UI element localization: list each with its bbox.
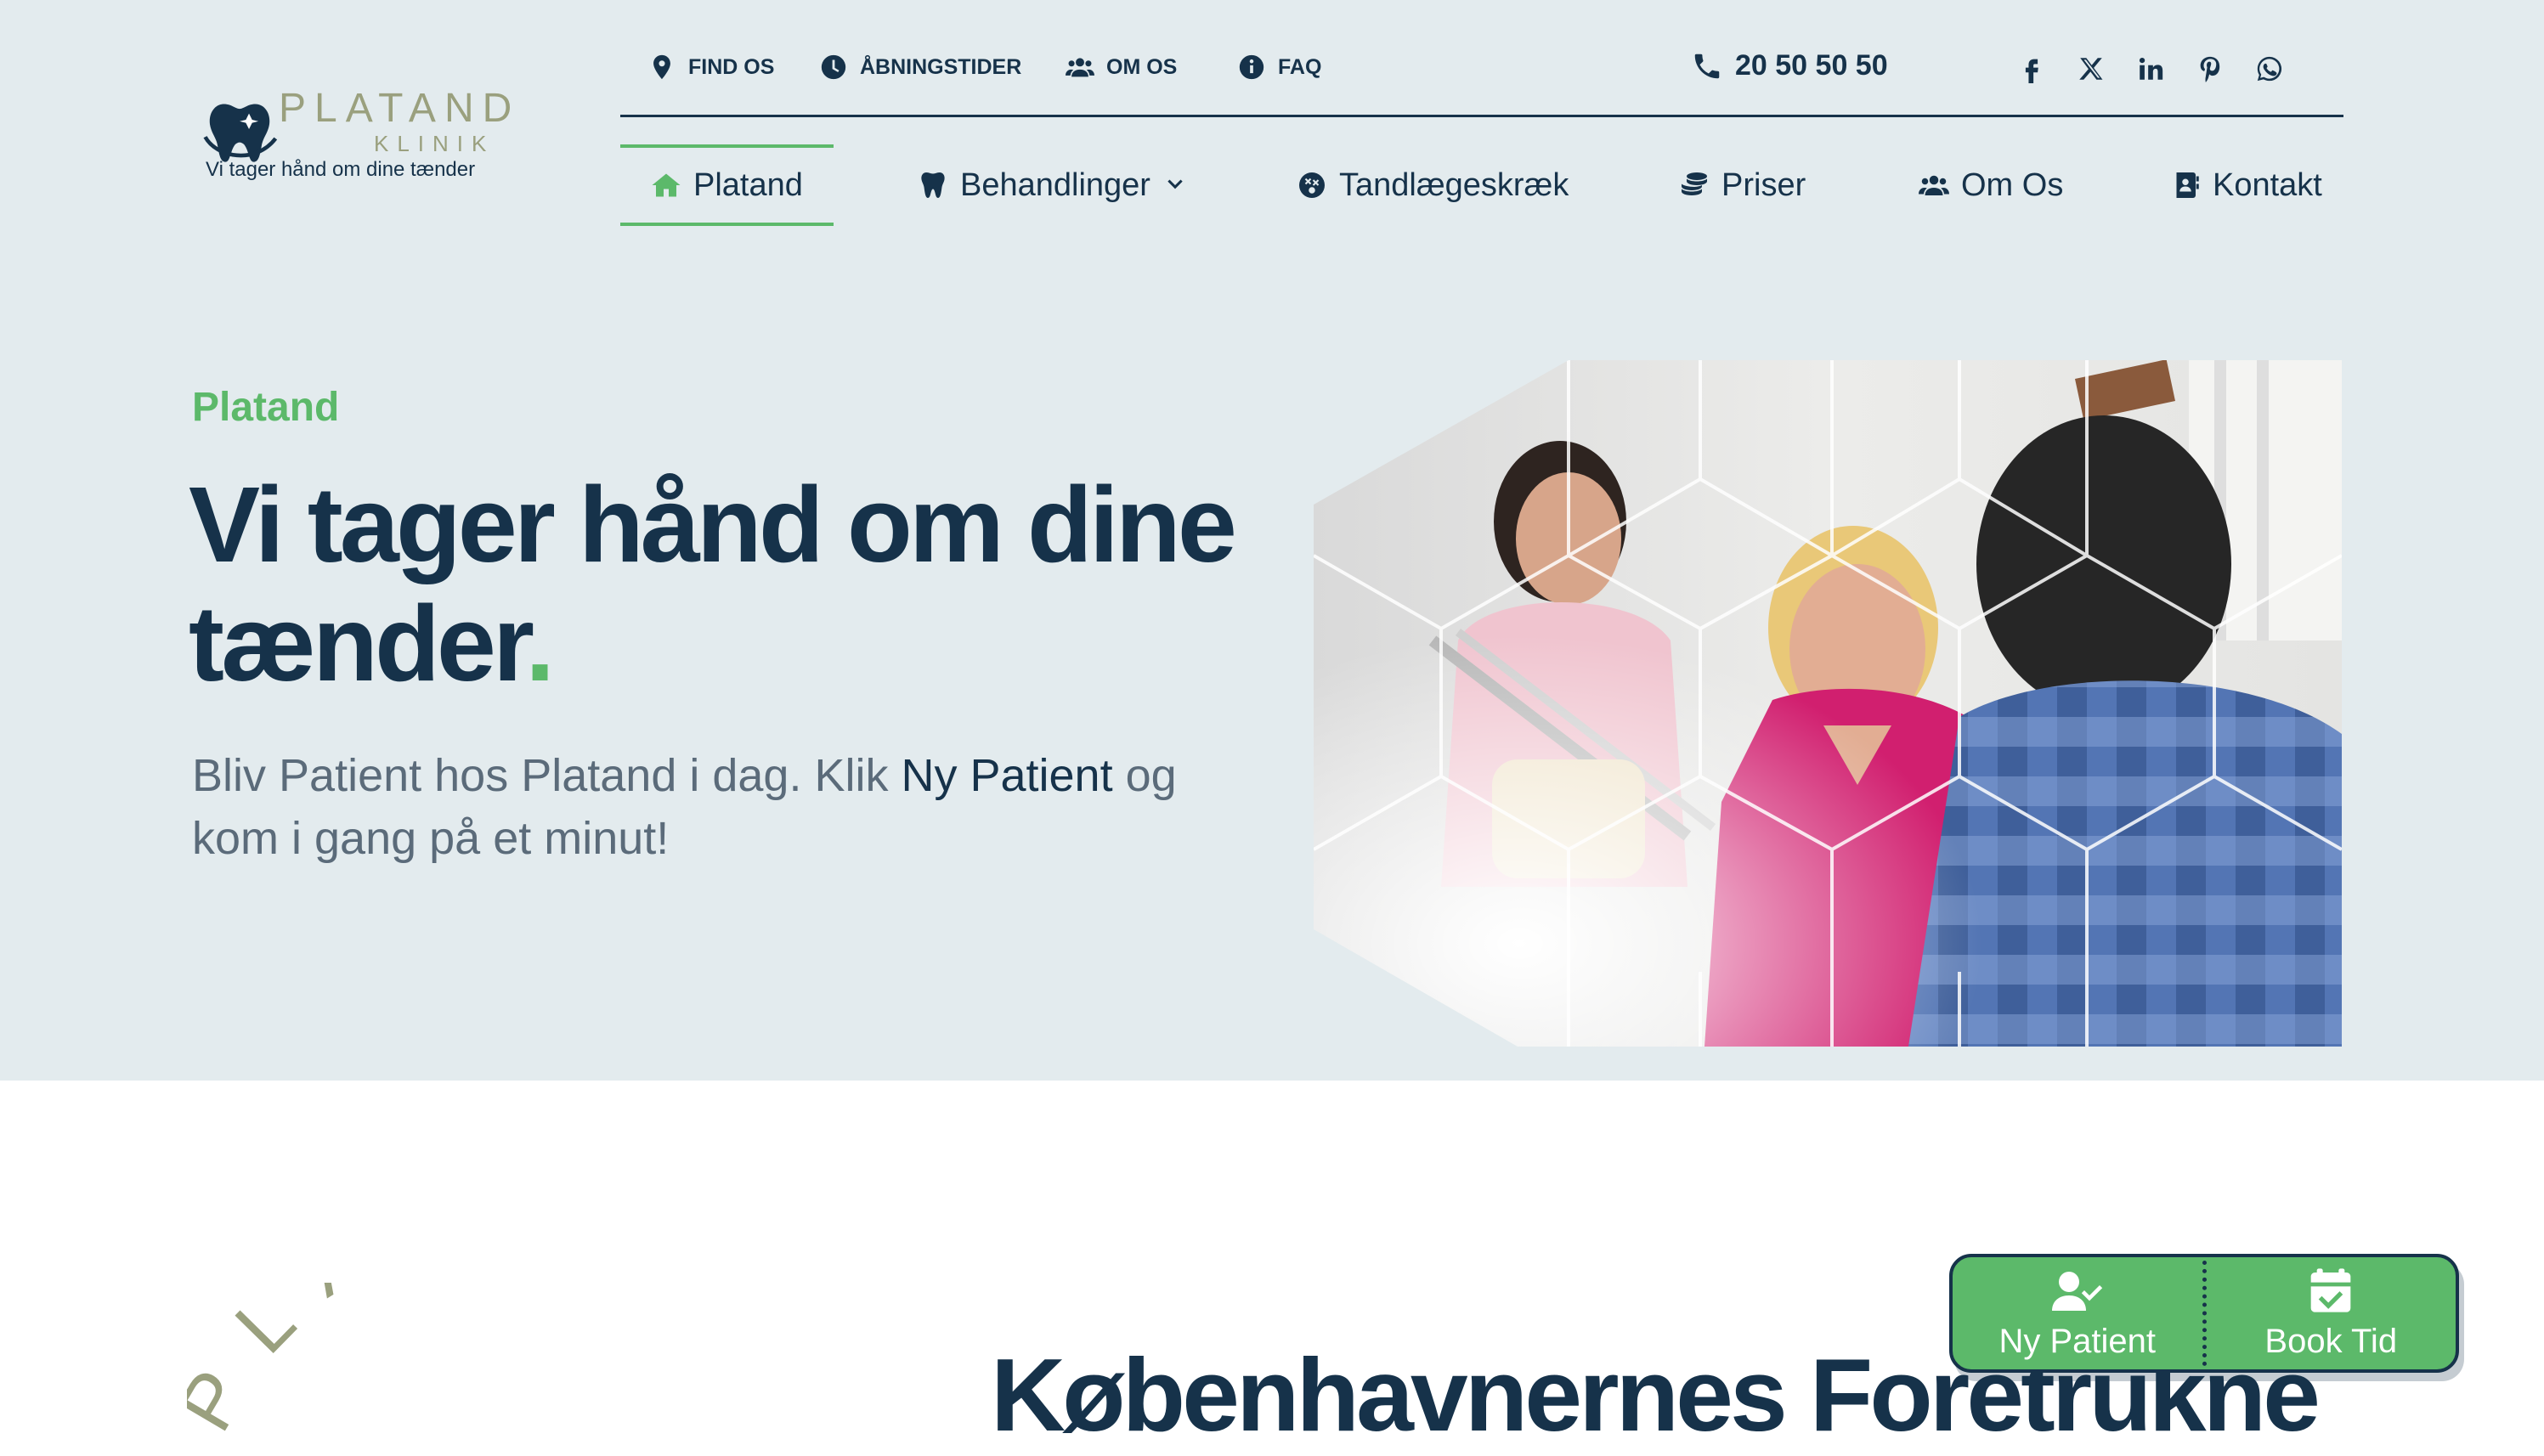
utility-bar: FIND OS ÅBNINGSTIDER OM OS FAQ 20 50 50 … [620, 49, 2343, 117]
users-icon [1919, 175, 1949, 195]
nav-item-om-os[interactable]: Om Os [1919, 144, 2063, 226]
hero-lead-new-patient: Ny Patient [901, 750, 1113, 801]
nav-item-tandlaegeskraek[interactable]: Tandlægeskræk [1297, 144, 1569, 226]
find-os-label: FIND OS [688, 54, 775, 79]
pinterest-link[interactable] [2196, 54, 2225, 83]
site-logo[interactable]: PLATAND KLINIK Vi tager hånd om dine tæn… [197, 82, 512, 192]
arc-text: PLATAND [187, 1283, 740, 1445]
logo-sub: KLINIK [374, 131, 495, 156]
hero-lead: Bliv Patient hos Platand i dag. Klik Ny … [192, 744, 1263, 870]
info-icon [1239, 54, 1264, 80]
nav-item-kontakt[interactable]: Kontakt [2170, 144, 2322, 226]
tooth-logo-icon [203, 104, 278, 162]
find-os-link[interactable]: FIND OS [647, 53, 774, 82]
hero-photo [1314, 360, 2342, 1047]
nav-item-platand[interactable]: Platand [620, 144, 834, 226]
faq-label: FAQ [1278, 54, 1322, 79]
x-link[interactable] [2077, 54, 2106, 83]
whatsapp-link[interactable] [2255, 54, 2284, 83]
logo-tagline: Vi tager hånd om dine tænder [206, 158, 476, 181]
platand-arc-logo: PLATAND [187, 1283, 918, 1456]
hero-lead-before: Bliv Patient hos Platand i dag. Klik [192, 750, 902, 801]
facebook-icon [2025, 59, 2038, 83]
pinterest-icon [2200, 56, 2220, 82]
calendar-check-icon [2310, 1267, 2351, 1312]
linkedin-link[interactable] [2136, 54, 2165, 83]
hero-headline-dot: . [525, 584, 555, 703]
opening-hours-link[interactable]: ÅBNINGSTIDER [819, 53, 1021, 82]
new-patient-label: Ny Patient [1998, 1322, 2157, 1360]
om-os-link[interactable]: OM OS [1066, 53, 1177, 82]
phone-number: 20 50 50 50 [1735, 49, 1888, 82]
contact-book-icon [2176, 172, 2199, 198]
logo-brand: PLATAND [279, 86, 521, 131]
nav-label-kontakt: Kontakt [2213, 166, 2322, 203]
linkedin-icon [2139, 57, 2163, 80]
opening-hours-label: ÅBNINGSTIDER [860, 54, 1022, 79]
users-icon [1066, 58, 1094, 77]
coins-icon [1682, 172, 1707, 195]
om-os-label: OM OS [1106, 54, 1178, 79]
nav-label-behandlinger: Behandlinger [960, 166, 1150, 203]
main-nav: Platand Behandlinger Tandlægeskræk Prise… [620, 144, 2343, 226]
dizzy-face-icon [1299, 172, 1325, 198]
whatsapp-icon [2257, 56, 2282, 82]
phone-icon [1694, 54, 1720, 78]
facebook-link[interactable] [2017, 54, 2046, 83]
nav-label-tandlaegeskraek: Tandlægeskræk [1339, 166, 1569, 203]
svg-text:PLATAND: PLATAND [187, 1283, 779, 1445]
x-icon [2079, 58, 2103, 80]
phone-link[interactable]: 20 50 50 50 [1691, 49, 1888, 82]
clock-icon [821, 54, 846, 80]
floating-cta: Ny Patient Book Tid [1949, 1254, 2459, 1373]
nav-item-behandlinger[interactable]: Behandlinger [918, 144, 1186, 226]
faq-link[interactable]: FAQ [1237, 53, 1321, 82]
book-tid-label: Book Tid [2264, 1322, 2398, 1360]
nav-label-priser: Priser [1721, 166, 1806, 203]
nav-label-om-os: Om Os [1961, 166, 2064, 203]
book-tid-button[interactable]: Book Tid [2207, 1257, 2456, 1369]
map-pin-icon [653, 54, 670, 80]
hero-headline: Vi tager hånd om dine tænder. [189, 466, 1259, 703]
tooth-icon [921, 172, 945, 198]
nav-label-platand: Platand [693, 166, 803, 203]
new-patient-button[interactable]: Ny Patient [1953, 1257, 2202, 1369]
hero-headline-text: Vi tager hånd om dine tænder [189, 465, 1237, 703]
chevron-down-icon [1167, 179, 1183, 189]
user-check-icon [2051, 1271, 2102, 1311]
hero-eyebrow: Platand [192, 385, 340, 430]
home-icon [652, 173, 681, 197]
nav-item-priser[interactable]: Priser [1679, 144, 1806, 226]
